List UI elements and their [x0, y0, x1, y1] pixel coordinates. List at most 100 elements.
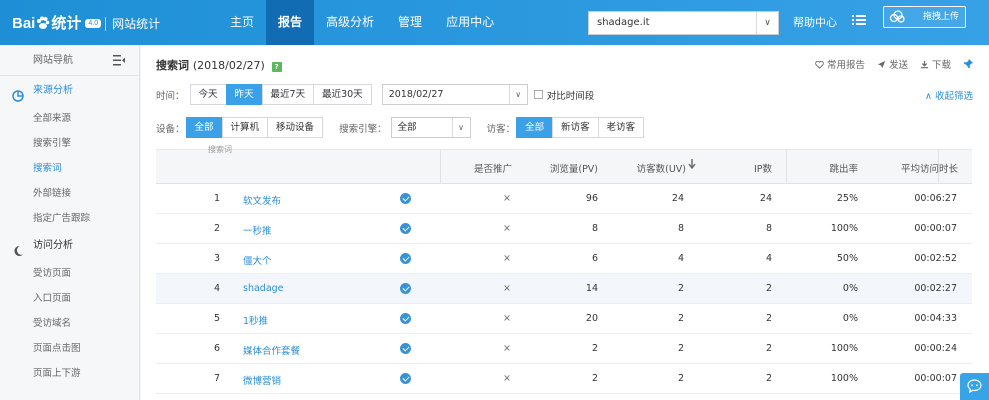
row-number: 2 [214, 223, 221, 234]
device-option[interactable]: 移动设备 [267, 117, 324, 138]
column-header[interactable]: 跳出率 [796, 161, 858, 175]
download-button[interactable]: 下载 [920, 57, 951, 71]
promotion-value: × [503, 343, 511, 354]
feedback-button[interactable] [960, 373, 989, 400]
sort-down-icon[interactable] [688, 159, 696, 172]
keyword-link[interactable]: 微博营销 [243, 373, 281, 387]
cell-bounce: 100% [830, 223, 858, 234]
nav-item[interactable]: 主页 [218, 0, 266, 45]
time-option[interactable]: 最近30天 [313, 84, 372, 105]
cell-pv: 8 [591, 223, 598, 234]
promotion-value: × [503, 373, 511, 384]
column-header[interactable]: 浏览量(PV) [536, 161, 598, 175]
visitor-option[interactable]: 老访客 [597, 117, 645, 138]
site-select[interactable]: shadage.it ∨ [588, 11, 779, 35]
help-center-link[interactable]: 帮助中心 [793, 14, 837, 30]
version-badge: 4.0 [85, 19, 102, 28]
cell-pv: 20 [585, 313, 598, 324]
menu-list-icon[interactable] [852, 13, 866, 27]
keyword-detail-icon[interactable] [400, 223, 411, 234]
column-header[interactable]: 平均访问时长 [870, 161, 958, 175]
device-option[interactable]: 计算机 [221, 117, 269, 138]
time-option[interactable]: 今天 [189, 84, 227, 105]
report-date: (2018/02/27) [192, 59, 265, 72]
top-navbar: Bai 统计 4.0 网站统计 主页 报告 高级分析 管理 应用中心 shadage.it ∨… [0, 0, 989, 45]
nav-item[interactable]: 高级分析 [314, 0, 386, 45]
keyword-detail-icon[interactable] [400, 313, 411, 324]
column-header[interactable]: 是否推广 [474, 161, 514, 175]
column-divider [786, 150, 787, 184]
sidebar-item[interactable]: 外部链接 [0, 181, 139, 206]
column-header[interactable]: IP数 [712, 161, 772, 175]
time-option[interactable]: 最近7天 [261, 84, 315, 105]
sidebar-item[interactable]: 搜索引擎 [0, 131, 139, 156]
sidebar-item[interactable]: 页面点击图 [0, 336, 139, 361]
keyword-link[interactable]: 1秒推 [243, 313, 268, 327]
sidebar-item[interactable]: 受访页面 [0, 261, 139, 286]
sidebar-item[interactable]: 页面上下游 [0, 361, 139, 386]
visitor-option[interactable]: 全部 [516, 117, 554, 138]
sidebar-item[interactable]: 指定广告跟踪 [0, 206, 139, 231]
keyword-link[interactable]: 软文发布 [243, 193, 281, 207]
table-row[interactable]: 3 僵大个 × 6 4 4 50% 00:02:52 [156, 244, 972, 274]
table-row[interactable]: 1 软文发布 × 96 24 24 25% 00:06:27 [156, 184, 972, 214]
favorite-report-button[interactable]: 常用报告 [815, 57, 865, 71]
nav-item[interactable]: 报告 [266, 0, 315, 45]
nav-item[interactable]: 管理 [386, 0, 434, 45]
sidebar-item[interactable]: 全部来源 [0, 106, 139, 131]
table-row[interactable]: 7 微博营销 × 2 2 2 100% 00:00:07 [156, 364, 972, 394]
table-row[interactable]: 2 一秒推 × 8 8 8 100% 00:00:07 [156, 214, 972, 244]
keyword-link[interactable]: shadage [243, 283, 284, 294]
cell-uv: 2 [677, 283, 684, 294]
favorite-report-label: 常用报告 [826, 60, 865, 71]
cell-bounce: 0% [842, 283, 858, 294]
cell-pv: 2 [591, 343, 598, 354]
keyword-detail-icon[interactable] [400, 253, 411, 264]
keyword-link[interactable]: 僵大个 [243, 253, 272, 267]
sidebar-item[interactable]: 入口页面 [0, 286, 139, 311]
chevron-down-icon[interactable]: ∨ [756, 12, 778, 34]
table-row[interactable]: 5 1秒推 × 20 2 2 0% 00:04:33 [156, 304, 972, 334]
table-row[interactable]: 6 媒体合作套餐 × 2 2 2 100% 00:00:24 [156, 334, 972, 364]
promotion-value: × [503, 253, 511, 264]
device-button-group: 全部 计算机 移动设备 [185, 117, 324, 138]
report-actions: 常用报告 发送 下载 [815, 57, 973, 71]
device-label: 设备： [156, 123, 185, 135]
nav-item[interactable]: 应用中心 [434, 0, 506, 45]
sidebar-group-label: 访问分析 [33, 240, 73, 251]
table-row[interactable]: 4 shadage × 14 2 2 0% 00:02:27 [156, 274, 972, 304]
visitor-option[interactable]: 新访客 [552, 117, 599, 138]
chevron-down-icon[interactable]: ∨ [451, 118, 470, 137]
sidebar-group[interactable]: 访问分析 [0, 231, 139, 261]
collapse-sidebar-icon[interactable] [113, 55, 125, 66]
cell-bounce: 25% [836, 193, 858, 204]
row-number: 4 [214, 283, 221, 294]
collapse-filter-link[interactable]: ∧ 收起筛选 [925, 88, 973, 102]
chevron-down-icon[interactable]: ∨ [508, 85, 527, 104]
sidebar-group[interactable]: 来源分析 [0, 76, 139, 106]
promotion-value: × [503, 283, 511, 294]
keyword-link[interactable]: 媒体合作套餐 [243, 343, 300, 357]
compare-checkbox[interactable]: 对比时间段 [533, 88, 594, 102]
engine-select[interactable]: 全部 ∨ [390, 117, 471, 138]
device-option[interactable]: 全部 [185, 117, 223, 138]
report-content: 搜索词 (2018/02/27) ? 常用报告 发送 下载 时间： 今天 昨天 最近7天… [141, 45, 989, 400]
date-picker[interactable]: 2018/02/27 ∨ [381, 84, 528, 105]
keyword-column-header[interactable]: 搜索词 [208, 144, 232, 155]
cell-uv: 2 [677, 343, 684, 354]
help-badge-icon[interactable]: ? [271, 62, 282, 72]
keyword-link[interactable]: 一秒推 [243, 223, 272, 237]
keyword-detail-icon[interactable] [400, 283, 411, 294]
keyword-detail-icon[interactable] [400, 343, 411, 354]
send-button[interactable]: 发送 [877, 57, 908, 71]
sidebar-item[interactable]: 搜索词 [0, 156, 139, 181]
time-option[interactable]: 昨天 [225, 84, 263, 105]
column-header[interactable]: 访客数(UV) [608, 161, 686, 175]
keyword-detail-icon[interactable] [400, 193, 411, 204]
baidu-tongji-logo[interactable]: Bai 统计 4.0 网站统计 [12, 12, 161, 33]
pin-icon[interactable] [963, 57, 973, 71]
keyword-detail-icon[interactable] [400, 373, 411, 384]
drag-upload-button[interactable]: 拖拽上传 [883, 6, 966, 28]
checkbox-icon[interactable] [533, 90, 543, 99]
sidebar-item[interactable]: 受访域名 [0, 311, 139, 336]
